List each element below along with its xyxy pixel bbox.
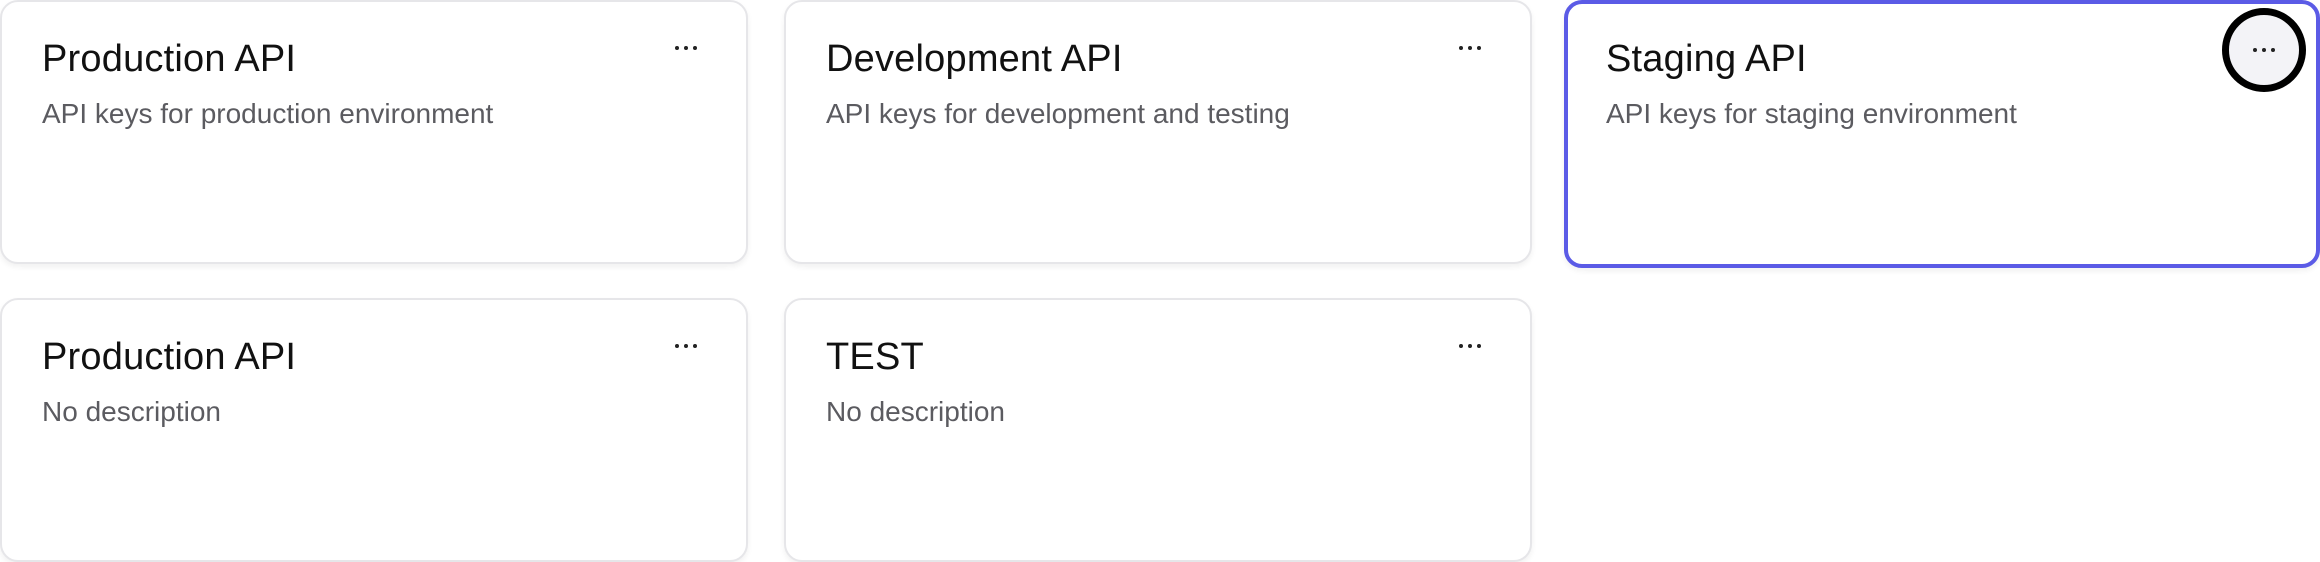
card-description: No description	[826, 396, 1005, 427]
card-description: API keys for development and testing	[826, 98, 1290, 129]
card-description: API keys for staging environment	[1606, 98, 2017, 129]
api-card-test[interactable]: TEST No description	[784, 298, 1532, 562]
card-menu-button[interactable]	[1442, 318, 1498, 374]
more-horizontal-icon	[675, 344, 697, 348]
card-title: Development API	[826, 38, 1123, 80]
card-description: API keys for production environment	[42, 98, 494, 129]
api-card-production[interactable]: Production API API keys for production e…	[0, 0, 748, 264]
card-menu-button[interactable]	[658, 20, 714, 76]
card-menu-button[interactable]	[1442, 20, 1498, 76]
api-card-development[interactable]: Development API API keys for development…	[784, 0, 1532, 264]
more-horizontal-icon	[675, 46, 697, 50]
card-menu-button[interactable]	[2222, 8, 2306, 92]
card-title: Production API	[42, 38, 297, 80]
api-card-staging[interactable]: Staging API API keys for staging environ…	[1564, 0, 2320, 268]
more-horizontal-icon	[1459, 46, 1481, 50]
card-title: Production API	[42, 336, 297, 378]
card-title: TEST	[826, 336, 924, 378]
more-horizontal-icon	[1459, 344, 1481, 348]
card-description: No description	[42, 396, 221, 427]
card-menu-button[interactable]	[658, 318, 714, 374]
api-card-production-2[interactable]: Production API No description	[0, 298, 748, 562]
more-horizontal-icon	[2253, 48, 2275, 52]
card-title: Staging API	[1606, 38, 1807, 80]
